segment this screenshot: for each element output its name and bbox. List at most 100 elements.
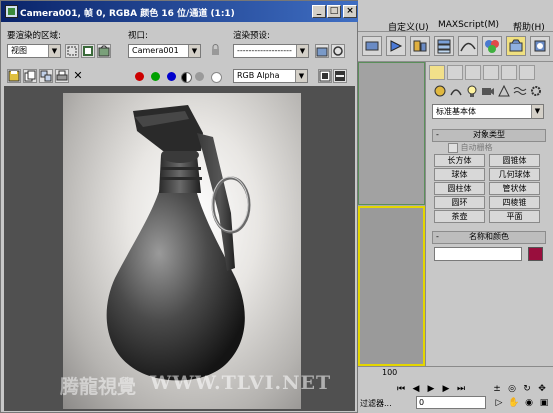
main-toolbar <box>358 32 553 62</box>
area-label: 要渲染的区域: <box>7 31 61 41</box>
lock-icon[interactable] <box>209 44 223 58</box>
systems-icon[interactable] <box>529 84 543 98</box>
geometry-icon[interactable] <box>433 84 447 98</box>
pyramid-button[interactable]: 四棱锥 <box>489 196 540 209</box>
viewport-label: 视口: <box>128 31 148 41</box>
create-tab-icon[interactable] <box>429 65 445 80</box>
render-setup-icon[interactable] <box>315 44 329 58</box>
field-of-view-icon[interactable]: ▷ <box>492 397 506 409</box>
preset-dropdown[interactable]: ------------------- ▼ <box>233 44 309 58</box>
green-channel-toggle[interactable] <box>151 72 160 81</box>
menu-maxscript[interactable]: MAXScript(M) <box>438 20 499 30</box>
zoom-all-icon[interactable]: ◎ <box>505 383 519 395</box>
prev-frame-icon[interactable]: ◀ <box>409 383 423 395</box>
alpha-channel-toggle[interactable] <box>181 72 192 83</box>
go-to-start-icon[interactable]: ⏮ <box>394 383 408 395</box>
auto-region-icon[interactable] <box>81 44 95 58</box>
clear-color-swatch[interactable] <box>211 72 222 83</box>
maximize-viewport-icon[interactable]: ▣ <box>537 397 551 409</box>
shapes-icon[interactable] <box>449 84 463 98</box>
chevron-down-icon: ▼ <box>296 45 308 57</box>
curve-editor-icon[interactable] <box>458 36 478 56</box>
utilities-tab-icon[interactable] <box>519 65 535 80</box>
cone-button[interactable]: 圆锥体 <box>489 154 540 167</box>
display-tab-icon[interactable] <box>501 65 517 80</box>
plane-button[interactable]: 平面 <box>489 210 540 223</box>
maximize-icon[interactable]: □ <box>327 5 341 18</box>
go-to-end-icon[interactable]: ⏭ <box>454 383 468 395</box>
cameras-icon[interactable] <box>481 84 495 98</box>
save-image-icon[interactable] <box>7 69 21 83</box>
print-image-icon[interactable] <box>55 69 69 83</box>
time-slider[interactable]: 100 <box>358 366 553 380</box>
monochrome-toggle[interactable] <box>195 72 204 81</box>
autogrid-checkbox[interactable]: 自动栅格 <box>432 142 544 154</box>
play-icon[interactable]: ▶ <box>424 383 438 395</box>
copy-image-icon[interactable] <box>23 69 37 83</box>
filter-label[interactable]: 过滤器... <box>360 398 392 409</box>
watermark-chinese: 腾龍視覺 <box>60 376 137 398</box>
render-window-icon <box>5 5 18 18</box>
geosphere-button[interactable]: 几何球体 <box>489 168 540 181</box>
viewport-nav-controls: ± ◎ ↻ ✥ <box>490 382 550 396</box>
viewport-dropdown[interactable]: Camera001 ▼ <box>128 44 201 58</box>
orbit-icon[interactable]: ↻ <box>520 383 534 395</box>
clear-icon[interactable]: ✕ <box>71 69 85 83</box>
align-icon[interactable] <box>410 36 430 56</box>
hierarchy-tab-icon[interactable] <box>465 65 481 80</box>
render-frame-window: Camera001, 帧 0, RGBA 颜色 16 位/通道 (1:1) _ … <box>0 0 358 413</box>
display-toggle-icon[interactable] <box>318 69 332 83</box>
close-icon[interactable]: × <box>343 5 357 18</box>
mirror-icon[interactable] <box>386 36 406 56</box>
layer-manager-icon[interactable] <box>434 36 454 56</box>
channel-display-icon[interactable] <box>333 69 347 83</box>
material-editor-icon[interactable] <box>482 36 502 56</box>
torus-button[interactable]: 圆环 <box>434 196 485 209</box>
teapot-button[interactable]: 茶壶 <box>434 210 485 223</box>
arc-rotate-icon[interactable]: ◉ <box>522 397 536 409</box>
object-color-swatch[interactable] <box>528 247 543 261</box>
menu-bar: 自定义(U) MAXScript(M) 帮助(H) <box>358 0 553 33</box>
playback-controls: ⏮ ◀ ▶ ▶ ⏭ <box>394 382 498 396</box>
render-setup-icon[interactable] <box>506 36 526 56</box>
sphere-button[interactable]: 球体 <box>434 168 485 181</box>
preset-label: 渲染预设: <box>233 31 270 41</box>
motion-tab-icon[interactable] <box>483 65 499 80</box>
tube-button[interactable]: 管状体 <box>489 182 540 195</box>
modify-tab-icon[interactable] <box>447 65 463 80</box>
object-name-field[interactable] <box>434 247 522 261</box>
channel-value: RGB Alpha <box>237 71 280 80</box>
edit-region-icon[interactable] <box>65 44 79 58</box>
watermark-url: WWW.TLVI.NET <box>150 372 332 394</box>
lights-icon[interactable] <box>465 84 479 98</box>
category-dropdown[interactable]: 标准基本体 ▼ <box>432 104 544 119</box>
select-and-link-icon[interactable] <box>362 36 382 56</box>
window-titlebar[interactable]: Camera001, 帧 0, RGBA 颜色 16 位/通道 (1:1) _ … <box>1 1 358 22</box>
chevron-down-icon: ▼ <box>531 105 543 118</box>
viewport-camera[interactable] <box>358 206 425 366</box>
pan-icon[interactable]: ✥ <box>535 383 549 395</box>
channel-dropdown[interactable]: RGB Alpha ▼ <box>233 69 308 83</box>
zoom-icon[interactable]: ± <box>490 383 504 395</box>
current-frame-field[interactable]: 0 <box>416 396 486 409</box>
blue-channel-toggle[interactable] <box>167 72 176 81</box>
quick-render-icon[interactable] <box>530 36 550 56</box>
status-bar: ⏮ ◀ ▶ ▶ ⏭ ± ◎ ↻ ✥ 过滤器... 0 ▷ ✋ ◉ ▣ <box>358 380 553 413</box>
next-frame-icon[interactable]: ▶ <box>439 383 453 395</box>
area-dropdown[interactable]: 视图 ▼ <box>7 44 61 58</box>
cylinder-button[interactable]: 圆柱体 <box>434 182 485 195</box>
minimize-icon[interactable]: _ <box>312 5 326 18</box>
clone-window-icon[interactable] <box>39 69 53 83</box>
spacewarps-icon[interactable] <box>513 84 527 98</box>
pan-hand-icon[interactable]: ✋ <box>507 397 521 409</box>
viewport-perspective[interactable] <box>358 62 425 205</box>
helpers-icon[interactable] <box>497 84 511 98</box>
region-render-icon[interactable] <box>97 44 111 58</box>
checkbox-box[interactable] <box>448 142 458 153</box>
object-type-rollout[interactable]: - 对象类型 <box>432 129 546 142</box>
chevron-down-icon: ▼ <box>295 70 307 82</box>
red-channel-toggle[interactable] <box>135 72 144 81</box>
name-color-rollout[interactable]: - 名称和颜色 <box>432 231 546 244</box>
box-button[interactable]: 长方体 <box>434 154 485 167</box>
environment-icon[interactable] <box>331 44 345 58</box>
